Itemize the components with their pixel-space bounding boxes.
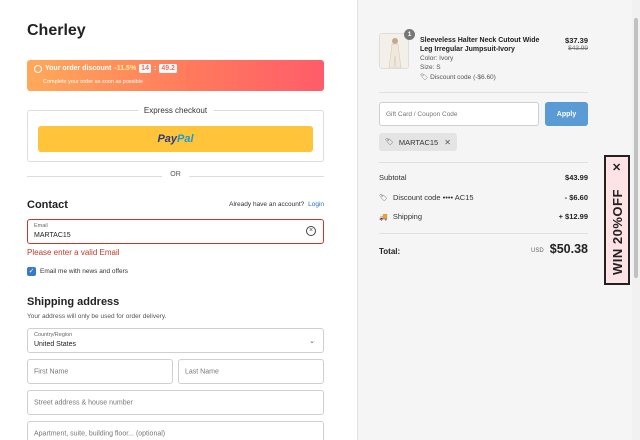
email-field[interactable]: Email MARTAC15 × [27, 219, 324, 244]
paypal-logo-pal: Pal [177, 133, 194, 145]
have-account-text: Already have an account? Login [229, 201, 324, 208]
country-select[interactable]: Country/Region United States ⌄ [27, 328, 324, 353]
truck-icon: 🚚 [379, 214, 388, 221]
coupon-placeholder: Gift Card / Coupon Code [386, 111, 458, 118]
or-text: OR [170, 171, 181, 178]
street-address-placeholder: Street address & house number [34, 399, 133, 406]
product-color: Color: Ivory [420, 55, 454, 62]
last-name-field[interactable]: Last Name [178, 359, 324, 384]
scrollbar-thumb[interactable] [634, 18, 638, 278]
subtotal-row: Subtotal $43.99 [379, 173, 588, 182]
checkout-form-panel: Cherley Your order discount -11.5% 14 : … [0, 0, 357, 440]
apartment-field[interactable]: Apartment, suite, building floor... (opt… [27, 421, 324, 440]
apply-coupon-button[interactable]: Apply [545, 102, 588, 126]
clock-icon [34, 64, 42, 73]
subtotal-value: $43.99 [565, 173, 588, 182]
tag-icon: 🏷 [379, 195, 388, 202]
divider [379, 162, 588, 163]
subtotal-label: Subtotal [379, 173, 407, 182]
first-name-placeholder: First Name [34, 368, 69, 375]
country-label: Country/Region [34, 332, 73, 338]
quantity-badge: 1 [404, 29, 415, 40]
product-discount: 🏷 Discount code (-$6.60) [420, 73, 496, 81]
product-name: Sleeveless Halter Neck Cutout Wide Leg I… [420, 37, 540, 53]
apartment-placeholder: Apartment, suite, building floor... (opt… [34, 430, 166, 437]
total-value: $50.38 [549, 242, 588, 256]
or-line-right [189, 176, 324, 177]
newsletter-label: Email me with news and offers [40, 268, 129, 275]
chevron-down-icon: ⌄ [309, 338, 315, 345]
or-divider: OR [27, 171, 324, 181]
coupon-code-input[interactable]: Gift Card / Coupon Code [379, 102, 539, 126]
close-icon[interactable]: ✕ [612, 161, 621, 174]
first-name-field[interactable]: First Name [27, 359, 173, 384]
discount-subtitle: Complete your order as soon as possible [43, 79, 143, 85]
divider [379, 92, 588, 93]
shipping-address-title: Shipping address [27, 296, 120, 308]
discount-label: Your order discount [45, 65, 112, 72]
email-error-message: Please enter a valid Email [27, 248, 120, 257]
login-link[interactable]: Login [308, 201, 324, 208]
shipping-address-subtitle: Your address will only be used for order… [27, 313, 167, 320]
express-checkout-box: Express checkout Pay Pal [27, 106, 324, 162]
product-image [380, 34, 408, 68]
newsletter-option[interactable]: ✓ Email me with news and offers [27, 267, 128, 276]
product-size: Size: S [420, 64, 441, 71]
email-value[interactable]: MARTAC15 [34, 232, 71, 239]
paypal-button[interactable]: Pay Pal [38, 126, 313, 152]
product-thumbnail [379, 33, 409, 69]
clear-icon[interactable]: × [306, 226, 316, 236]
email-label: Email [34, 223, 48, 229]
shipping-row-value: + $12.99 [558, 212, 588, 221]
product-price: $37.39 [565, 36, 588, 45]
discount-row-value: - $6.60 [564, 193, 588, 202]
countdown-minutes: 49.2 [159, 64, 177, 73]
or-line-left [27, 176, 162, 177]
discount-banner-row: Your order discount -11.5% 14 : 49.2 [34, 64, 177, 73]
total-currency: USD [531, 248, 544, 254]
discount-row: 🏷 Discount code •••• AC15 - $6.60 [379, 193, 588, 202]
applied-coupon-code: MARTAC15 [398, 137, 439, 147]
total-label: Total: [379, 247, 401, 256]
have-account-label: Already have an account? [229, 201, 305, 208]
tag-icon: 🏷 [420, 74, 429, 81]
scrollbar[interactable] [632, 0, 640, 440]
discount-row-code: •••• AC15 [442, 193, 474, 202]
divider [379, 233, 588, 234]
countdown-colon: : [153, 65, 157, 72]
applied-coupon-tag: 🏷 MARTAC15 ✕ [379, 133, 457, 151]
win-discount-text: WIN 20%OFF [610, 189, 625, 275]
newsletter-checkbox[interactable]: ✓ [27, 267, 36, 276]
brand-logo[interactable]: Cherley [27, 22, 86, 40]
product-discount-text: Discount code (-$6.60) [430, 74, 496, 81]
tag-icon: 🏷 [385, 139, 394, 146]
win-discount-tab[interactable]: ✕ WIN 20%OFF [604, 155, 630, 285]
paypal-logo-pay: Pay [157, 133, 178, 145]
remove-coupon-icon[interactable]: ✕ [444, 138, 451, 147]
shipping-row-label: Shipping [392, 212, 423, 221]
country-value: United States [34, 341, 77, 348]
shipping-row: 🚚 Shipping + $12.99 [379, 212, 588, 221]
express-checkout-title: Express checkout [137, 106, 214, 115]
countdown-hours: 14 [139, 64, 151, 73]
contact-title: Contact [27, 199, 68, 211]
product-old-price: $43.99 [568, 45, 588, 52]
last-name-placeholder: Last Name [185, 368, 219, 375]
discount-percent: -11.5% [114, 65, 137, 72]
discount-row-label: Discount code [392, 193, 441, 202]
order-discount-banner: Your order discount -11.5% 14 : 49.2 Com… [27, 60, 324, 91]
street-address-field[interactable]: Street address & house number [27, 390, 324, 415]
